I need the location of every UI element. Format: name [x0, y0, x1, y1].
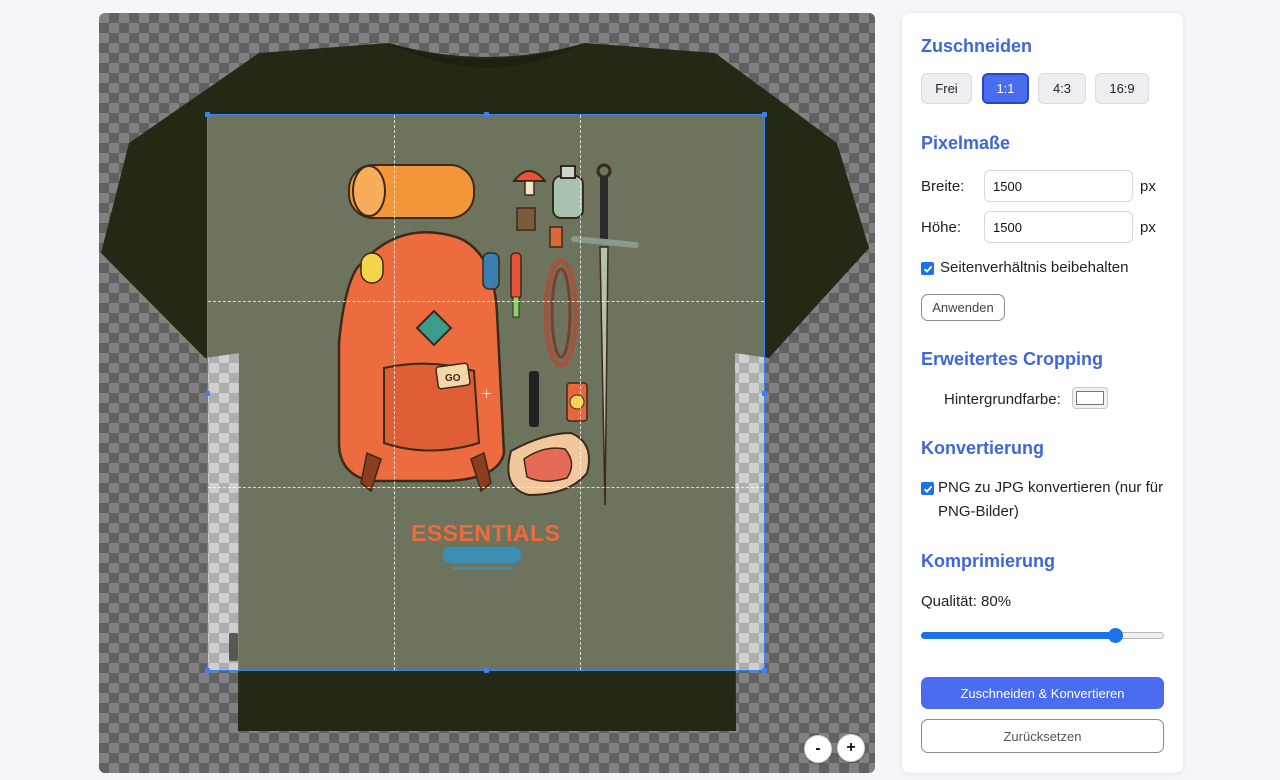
crop-handle-ne[interactable]: [762, 112, 767, 117]
pixel-section-title: Pixelmaße: [921, 133, 1011, 153]
width-input[interactable]: [984, 170, 1133, 202]
checkmark-icon: [923, 265, 932, 273]
keep-ratio-label: Seitenverhältnis beibehalten: [940, 259, 1129, 276]
advanced-section-title: Erweitertes Cropping: [921, 349, 1104, 369]
crop-section-title: Zuschneiden: [921, 36, 1033, 56]
color-swatch-fill: [1076, 391, 1104, 405]
crop-guide-line: [208, 301, 764, 302]
compress-section-title: Komprimierung: [921, 551, 1056, 571]
apply-button[interactable]: Anwenden: [921, 294, 1005, 321]
crop-handle-n[interactable]: [484, 112, 489, 117]
crop-guide-line: [394, 115, 395, 670]
width-unit: px: [1140, 178, 1156, 195]
crop-handle-e[interactable]: [762, 391, 767, 396]
bg-color-label: Hintergrundfarbe:: [944, 391, 1061, 408]
slider-thumb[interactable]: [1108, 628, 1123, 643]
crop-handle-se[interactable]: [762, 668, 767, 673]
ratio-1-1-button[interactable]: 1:1: [982, 73, 1029, 104]
ratio-16-9-button[interactable]: 16:9: [1095, 73, 1149, 104]
crop-center-crosshair: [482, 388, 491, 398]
checkmark-icon: [923, 485, 932, 493]
png-to-jpg-checkbox[interactable]: [921, 482, 934, 495]
width-label: Breite:: [921, 178, 965, 195]
bg-color-picker[interactable]: [1072, 387, 1108, 409]
ratio-free-button[interactable]: Frei: [921, 73, 972, 104]
crop-handle-sw[interactable]: [205, 668, 210, 673]
keep-ratio-checkbox[interactable]: [921, 262, 934, 275]
quality-label: Qualität: 80%: [921, 593, 1012, 610]
crop-selection[interactable]: [205, 112, 767, 673]
zoom-in-button[interactable]: +: [837, 734, 865, 762]
convert-section-title: Konvertierung: [921, 438, 1045, 458]
settings-panel: Zuschneiden Frei 1:1 4:3 16:9 Pixelmaße …: [902, 13, 1183, 773]
png-to-jpg-label: PNG zu JPG konvertieren (nur für PNG-Bil…: [938, 479, 1164, 520]
image-canvas[interactable]: GO ESSENTIALS - +: [99, 13, 875, 773]
reset-button[interactable]: Zurücksetzen: [921, 719, 1164, 753]
height-input[interactable]: [984, 211, 1133, 243]
crop-guide-line: [580, 115, 581, 670]
crop-guide-line: [208, 487, 764, 488]
crop-convert-button[interactable]: Zuschneiden & Konvertieren: [921, 677, 1164, 709]
height-unit: px: [1140, 219, 1156, 236]
ratio-4-3-button[interactable]: 4:3: [1038, 73, 1086, 104]
crop-handle-nw[interactable]: [205, 112, 210, 117]
crop-handle-w[interactable]: [205, 391, 210, 396]
quality-slider[interactable]: [921, 628, 1164, 643]
slider-fill: [921, 632, 1115, 639]
height-label: Höhe:: [921, 219, 962, 236]
zoom-out-button[interactable]: -: [804, 735, 832, 763]
crop-handle-s[interactable]: [484, 668, 489, 673]
